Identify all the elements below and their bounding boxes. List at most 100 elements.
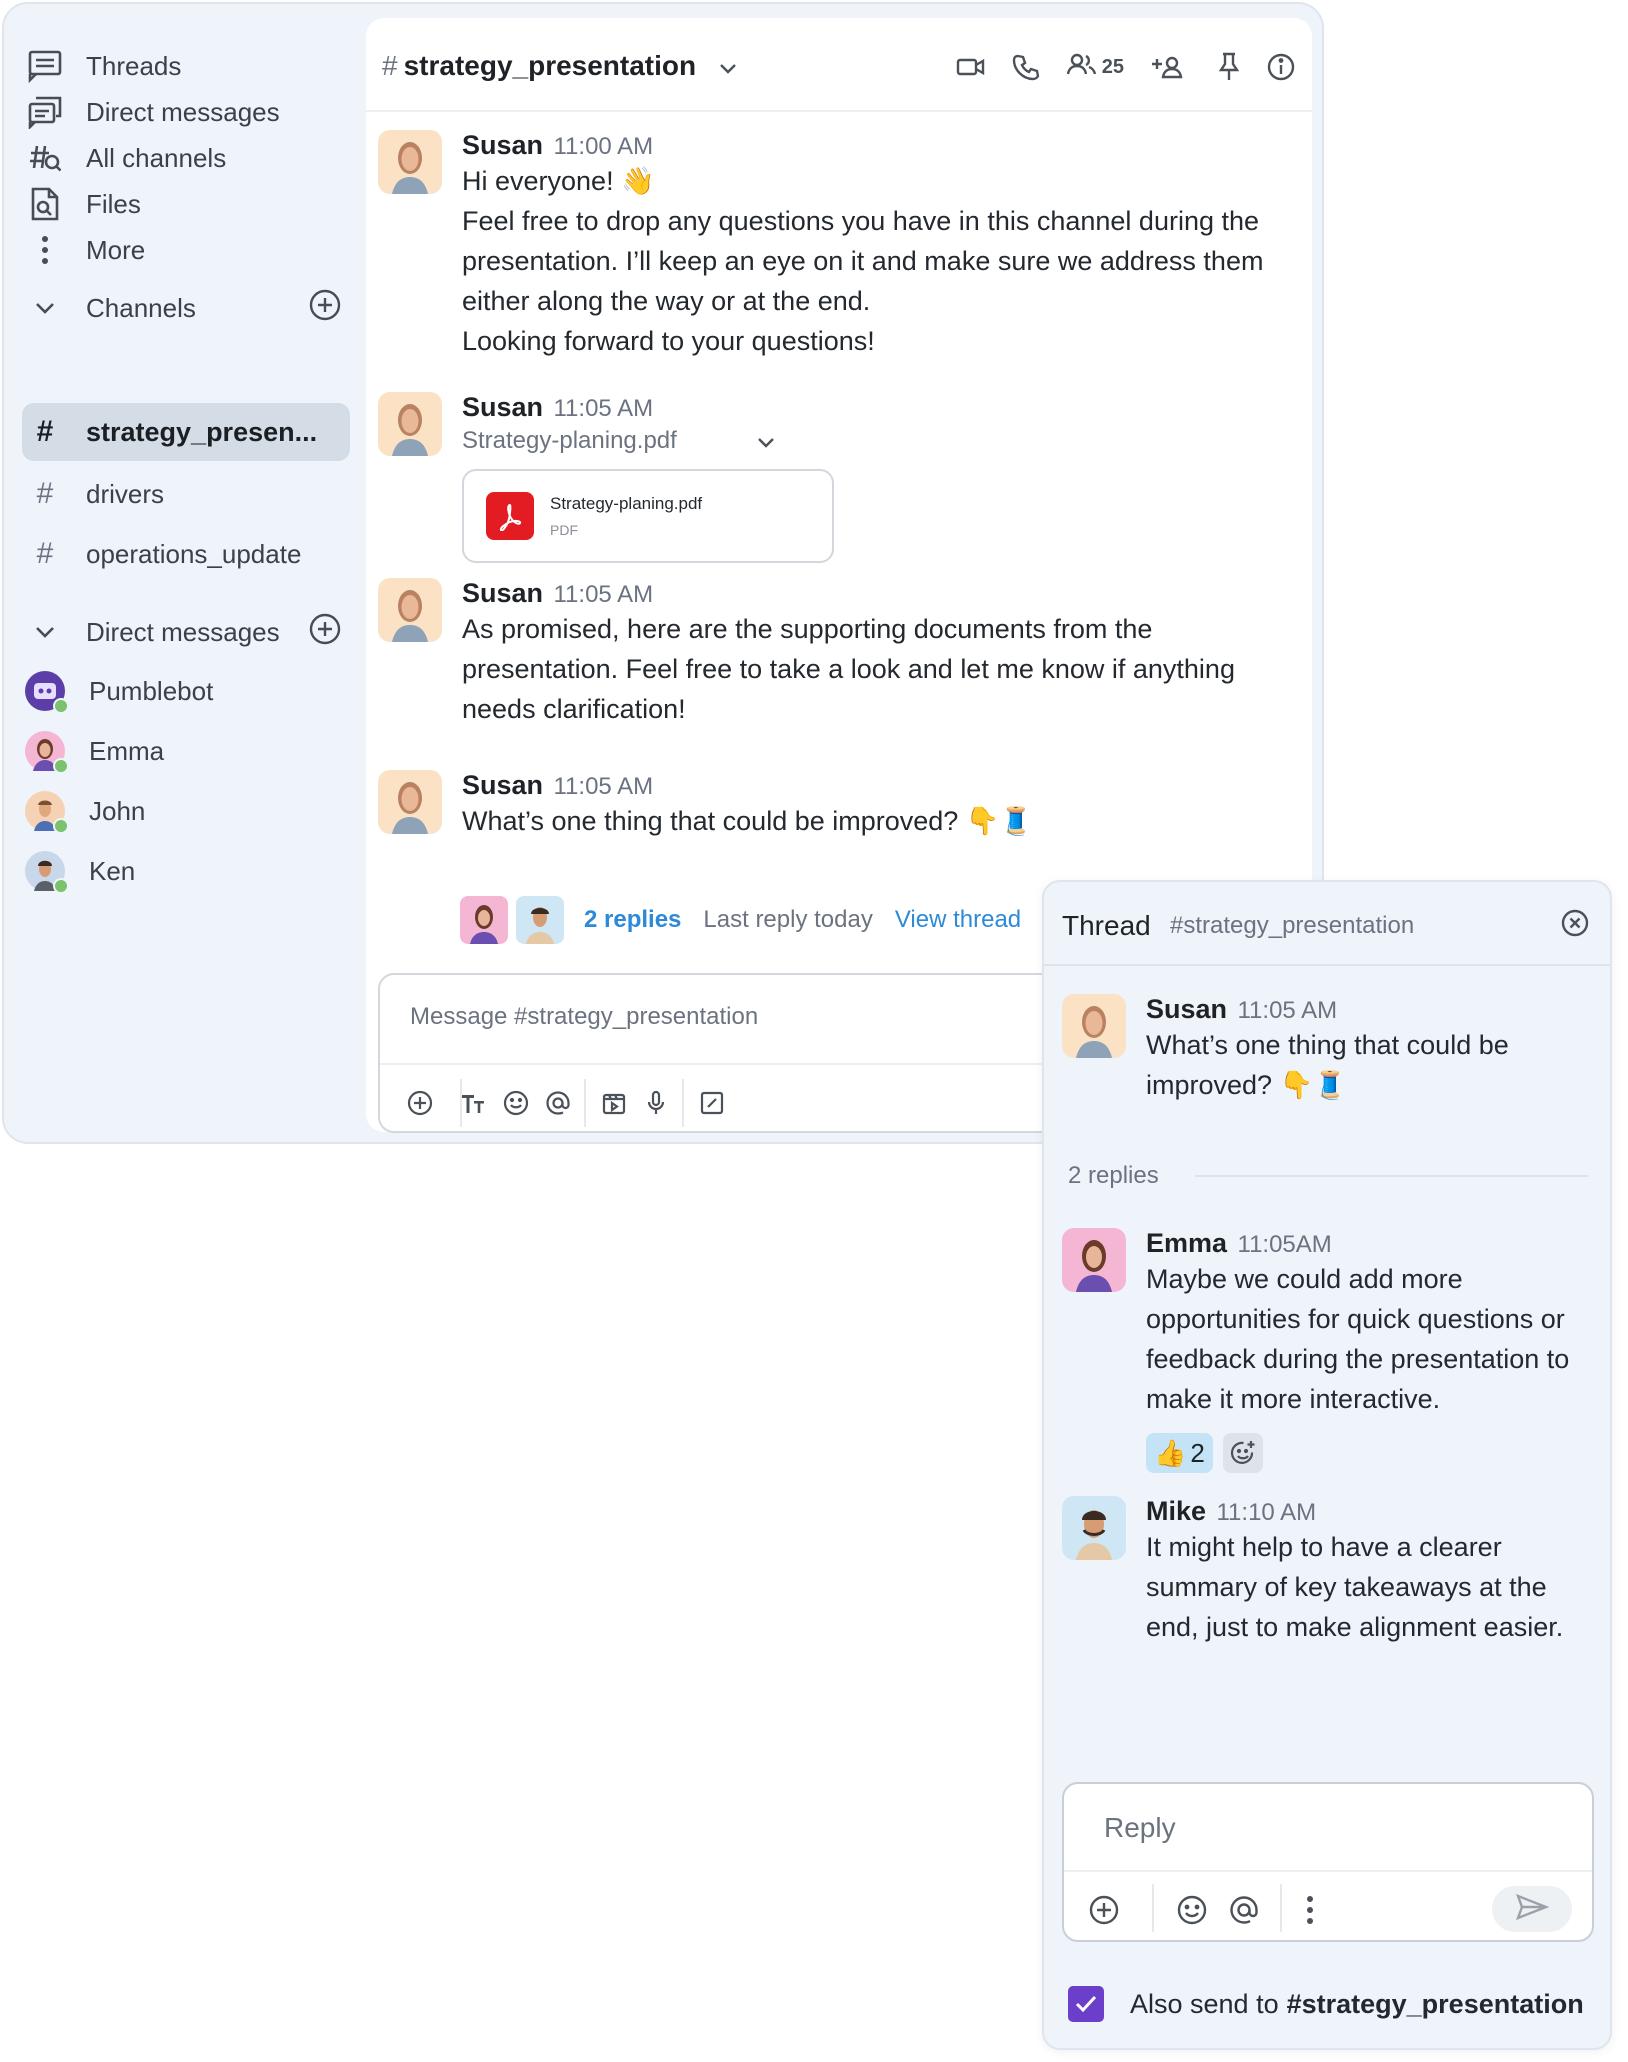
add-attachment-icon[interactable] <box>402 1085 438 1121</box>
message-text: It might help to have a clearer summary … <box>1146 1532 1564 1642</box>
online-indicator <box>53 818 69 834</box>
thumbs-up-reaction[interactable]: 👍 2 <box>1146 1433 1213 1473</box>
online-indicator <box>53 698 69 714</box>
channel-item-strategy-presentation[interactable]: # strategy_presen... <box>22 403 350 461</box>
dm-label: Emma <box>89 735 165 766</box>
add-dm-icon[interactable] <box>308 612 342 653</box>
sidebar-item-label: All channels <box>86 142 227 173</box>
phone-call-icon[interactable] <box>1012 53 1040 81</box>
also-send-option[interactable]: Also send to #strategy_presentation <box>1068 1986 1584 2022</box>
message-author[interactable]: Susan <box>462 770 543 800</box>
message-time: 11:00 AM <box>553 133 654 160</box>
file-attachment[interactable]: Strategy-planing.pdf PDF <box>462 469 834 563</box>
file-collapse-toggle[interactable]: Strategy-planing.pdf <box>462 427 1298 455</box>
message-time: 11:05 AM <box>1237 997 1338 1024</box>
mention-icon[interactable] <box>1224 1890 1264 1930</box>
video-clip-icon[interactable] <box>596 1085 632 1121</box>
online-indicator <box>53 758 69 774</box>
dm-item-john[interactable]: John <box>22 782 350 840</box>
message-body: Susan 11:00 AM Hi everyone! 👋 Feel free … <box>462 130 1298 361</box>
dms-section-header[interactable]: Direct messages <box>22 604 342 660</box>
dm-item-ken[interactable]: Ken <box>22 842 350 900</box>
also-send-channel: #strategy_presentation <box>1286 1988 1584 2019</box>
thread-header: Thread #strategy_presentation <box>1044 882 1610 966</box>
send-button[interactable] <box>1492 1886 1572 1932</box>
mention-icon[interactable] <box>540 1085 576 1121</box>
view-thread-link[interactable]: View thread <box>895 906 1021 934</box>
channel-item-drivers[interactable]: # drivers <box>22 465 350 523</box>
emoji-icon[interactable] <box>498 1085 534 1121</box>
hash-icon: # <box>36 415 54 448</box>
channel-title: strategy_presentation <box>403 50 697 81</box>
channels-heading: Channels <box>86 292 196 323</box>
add-member-icon[interactable] <box>1150 55 1184 79</box>
emoji-icon[interactable] <box>1172 1890 1212 1930</box>
add-attachment-icon[interactable] <box>1084 1890 1124 1930</box>
header-actions: 25 <box>930 52 1296 82</box>
chevron-down-icon <box>718 50 738 82</box>
thread-channel[interactable]: #strategy_presentation <box>1170 912 1414 940</box>
ken-avatar <box>25 851 69 894</box>
members-button[interactable]: 25 <box>1066 52 1124 82</box>
sidebar-item-label: More <box>86 234 146 265</box>
message-author[interactable]: Susan <box>462 130 543 160</box>
message-text-line: Hi everyone! 👋 <box>462 166 655 196</box>
reactions: 👍 2 <box>1146 1433 1596 1473</box>
dm-item-pumblebot[interactable]: Pumblebot <box>22 662 350 720</box>
reaction-emoji: 👍 <box>1154 1437 1187 1468</box>
message-text-line: Looking forward to your questions! <box>462 326 875 356</box>
text-format-icon[interactable] <box>456 1085 492 1121</box>
message-author[interactable]: Susan <box>1146 994 1227 1024</box>
all-channels-icon <box>22 141 68 175</box>
emma-avatar <box>1062 1228 1126 1292</box>
reply-composer[interactable]: Reply <box>1062 1782 1594 1942</box>
members-icon <box>1066 52 1098 82</box>
message-author[interactable]: Mike <box>1146 1496 1206 1526</box>
dm-item-emma[interactable]: Emma <box>22 722 350 780</box>
susan-avatar <box>1062 994 1126 1058</box>
microphone-icon[interactable] <box>638 1085 674 1121</box>
chevron-down-icon <box>22 625 68 639</box>
channel-title-dropdown[interactable]: # strategy_presentation <box>382 50 738 82</box>
add-channel-icon[interactable] <box>308 288 342 329</box>
message-time: 11:10 AM <box>1216 1499 1317 1526</box>
composer-placeholder: Message #strategy_presentation <box>410 1003 759 1030</box>
pumblebot-avatar <box>25 671 69 714</box>
more-vertical-icon[interactable] <box>1290 1890 1330 1930</box>
message-text-line: Feel free to drop any questions you have… <box>462 206 1264 316</box>
reaction-count: 2 <box>1190 1437 1205 1468</box>
replies-divider: 2 replies <box>1068 1162 1588 1190</box>
message-author[interactable]: Emma <box>1146 1228 1227 1258</box>
message-author[interactable]: Susan <box>462 392 543 422</box>
message-body: Susan 11:05 AM As promised, here are the… <box>462 578 1298 729</box>
files-icon <box>22 186 68 222</box>
close-icon[interactable] <box>1560 908 1590 943</box>
message-text: As promised, here are the supporting doc… <box>462 614 1235 724</box>
dms-heading: Direct messages <box>86 616 280 647</box>
add-reaction-icon[interactable] <box>1222 1433 1263 1473</box>
video-call-icon[interactable] <box>956 56 986 78</box>
message-body: Susan 11:05 AM Strategy-planing.pdf Stra… <box>462 392 1298 563</box>
hash-icon: # <box>36 477 54 510</box>
mike-avatar <box>1062 1496 1126 1560</box>
message-body: Mike 11:10 AM It might help to have a cl… <box>1146 1496 1596 1647</box>
channel-item-operations-update[interactable]: # operations_update <box>22 525 350 583</box>
also-send-checkbox[interactable] <box>1068 1986 1104 2022</box>
sidebar-item-more[interactable]: More <box>22 222 352 278</box>
susan-avatar <box>378 392 442 456</box>
dm-label: Pumblebot <box>89 675 214 706</box>
replies-link[interactable]: 2 replies <box>584 906 681 934</box>
hash-icon: # <box>382 50 398 81</box>
pin-icon[interactable] <box>1218 52 1240 82</box>
channels-section-header[interactable]: Channels <box>22 280 342 336</box>
message-author[interactable]: Susan <box>462 578 543 608</box>
shortcuts-icon[interactable] <box>694 1085 730 1121</box>
file-label: Strategy-planing.pdf <box>462 427 677 454</box>
info-icon[interactable] <box>1266 52 1296 82</box>
direct-messages-icon <box>22 95 68 129</box>
online-indicator <box>53 878 69 894</box>
message-time: 11:05 AM <box>553 395 654 422</box>
susan-avatar <box>378 130 442 194</box>
dm-label: Ken <box>89 855 136 886</box>
emma-avatar <box>460 896 508 944</box>
